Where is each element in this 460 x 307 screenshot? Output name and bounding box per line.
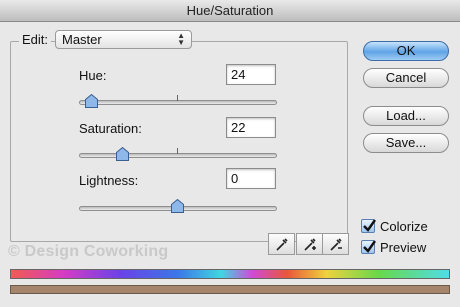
- dialog-body: Edit: Master ▲ ▼ Hue: 24 Saturation: 22 L…: [0, 22, 460, 307]
- edit-channel-value: Master: [62, 32, 102, 47]
- eyedropper-add-button[interactable]: [296, 233, 323, 255]
- saturation-center-tick: [177, 148, 178, 154]
- saturation-input[interactable]: 22: [226, 117, 276, 138]
- output-color-bar: [10, 285, 450, 294]
- load-button[interactable]: Load...: [363, 106, 449, 126]
- hue-label: Hue:: [79, 68, 107, 83]
- preview-label[interactable]: Preview: [380, 240, 426, 255]
- hue-center-tick: [177, 95, 178, 101]
- edit-channel-select[interactable]: Master ▲ ▼: [55, 30, 192, 49]
- save-button[interactable]: Save...: [363, 133, 449, 153]
- eyedropper-icon: [276, 238, 288, 251]
- updown-arrows-icon: ▲ ▼: [177, 31, 185, 47]
- checkmark-icon: [363, 240, 376, 253]
- input-color-spectrum: [10, 269, 450, 279]
- window-title: Hue/Saturation: [0, 0, 460, 22]
- watermark-text: © Design Coworking: [8, 243, 169, 260]
- eyedropper-button[interactable]: [268, 233, 295, 255]
- hue-slider-thumb[interactable]: [85, 94, 98, 108]
- lightness-input[interactable]: 0: [226, 168, 276, 189]
- checkmark-icon: [363, 219, 376, 232]
- eyedropper-minus-icon: [330, 238, 342, 251]
- saturation-slider-track[interactable]: [79, 153, 277, 158]
- colorize-checkbox[interactable]: [361, 219, 376, 233]
- preview-checkbox[interactable]: [361, 240, 376, 254]
- colorize-label[interactable]: Colorize: [380, 219, 428, 234]
- ok-button[interactable]: OK: [363, 41, 449, 61]
- eyedropper-plus-icon: [304, 238, 316, 251]
- eyedropper-subtract-button[interactable]: [322, 233, 349, 255]
- hue-slider-track[interactable]: [79, 100, 277, 105]
- saturation-label: Saturation:: [79, 121, 142, 136]
- lightness-slider-thumb[interactable]: [171, 199, 184, 213]
- hue-input[interactable]: 24: [226, 64, 276, 85]
- cancel-button[interactable]: Cancel: [363, 68, 449, 88]
- lightness-label: Lightness:: [79, 173, 139, 188]
- saturation-slider-thumb[interactable]: [116, 147, 129, 161]
- edit-label: Edit:: [19, 32, 52, 47]
